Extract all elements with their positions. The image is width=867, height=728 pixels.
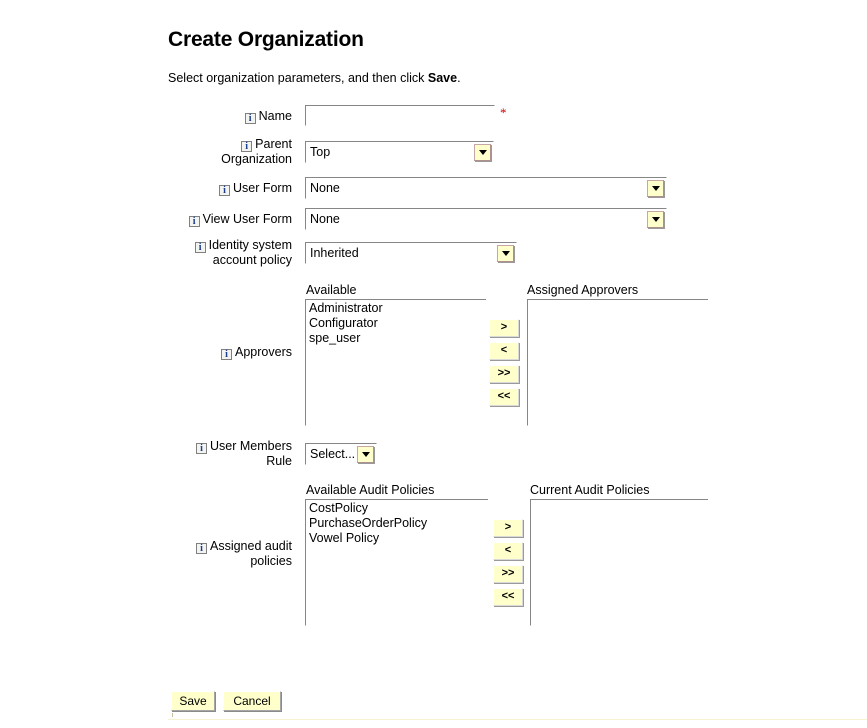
info-icon[interactable]: i	[244, 113, 256, 124]
chevron-down-icon[interactable]	[474, 143, 491, 161]
approvers-assigned-list[interactable]	[527, 300, 708, 426]
create-organization-page: Create Organization Select organization …	[0, 0, 867, 728]
info-icon[interactable]: i	[188, 216, 200, 227]
audit-assigned-header: Current Audit Policies	[530, 483, 650, 497]
page-subtitle-text-before: Select organization parameters, and then…	[168, 71, 428, 85]
view-user-form-label-text: View User Form	[202, 212, 292, 226]
parent-organization-label-line2: Organization	[221, 152, 292, 166]
view-user-form-select[interactable]: None	[305, 208, 667, 230]
user-members-rule-label-line2: Rule	[266, 454, 292, 468]
approvers-move-buttons: > < >> <<	[489, 319, 519, 411]
approvers-label-text: Approvers	[235, 345, 292, 359]
audit-available-list[interactable]: CostPolicy PurchaseOrderPolicy Vowel Polic…	[305, 500, 488, 626]
audit-move-button[interactable]: <<	[493, 588, 523, 606]
chevron-down-icon[interactable]	[647, 210, 664, 228]
user-members-rule-value: Select...	[310, 447, 356, 461]
user-members-rule-select[interactable]: Select...	[305, 443, 377, 465]
user-form-value: None	[310, 181, 340, 195]
name-label: i Name	[92, 109, 292, 124]
page-subtitle-save-emphasis: Save	[427, 71, 458, 85]
info-icon[interactable]: i	[194, 242, 206, 253]
approvers-available-list[interactable]: Administrator Configurator spe_user	[305, 300, 486, 426]
chevron-down-icon[interactable]	[497, 244, 514, 262]
available-approver-option[interactable]: spe_user	[308, 331, 485, 346]
approvers-available-header: Available	[306, 283, 357, 297]
approvers-move-button[interactable]: >>	[489, 365, 519, 383]
user-members-rule-label-line1: User Members	[210, 439, 292, 453]
user-form-select[interactable]: None	[305, 177, 667, 199]
available-approver-option[interactable]: Administrator	[308, 301, 485, 316]
audit-assigned-list[interactable]	[530, 500, 708, 626]
assigned-audit-policies-label: i Assigned audit policies	[92, 539, 292, 569]
available-audit-policy-option[interactable]: Vowel Policy	[308, 531, 487, 546]
identity-system-account-policy-label-line2: account policy	[212, 253, 292, 267]
page-subtitle: Select organization parameters, and then…	[168, 71, 461, 85]
footer-divider	[168, 719, 867, 720]
info-icon[interactable]: i	[218, 185, 230, 196]
view-user-form-value: None	[310, 212, 340, 226]
info-icon[interactable]: i	[196, 443, 208, 454]
approvers-move-button[interactable]: >	[489, 319, 519, 337]
approvers-label: i Approvers	[92, 345, 292, 360]
audit-move-button[interactable]: <	[493, 542, 523, 560]
parent-organization-select[interactable]: Top	[305, 141, 494, 163]
audit-available-header: Available Audit Policies	[306, 483, 435, 497]
save-button[interactable]: Save	[171, 691, 215, 711]
approvers-move-button[interactable]: <	[489, 342, 519, 360]
chevron-down-icon[interactable]	[647, 179, 664, 197]
user-members-rule-label: i User Members Rule	[92, 439, 292, 469]
parent-organization-label: i Parent Organization	[92, 137, 292, 167]
view-user-form-label: i View User Form	[92, 212, 292, 227]
page-title: Create Organization	[168, 28, 364, 51]
chevron-down-icon[interactable]	[357, 445, 374, 463]
identity-system-account-policy-select[interactable]: Inherited	[305, 242, 517, 264]
available-audit-policy-option[interactable]: CostPolicy	[308, 501, 487, 516]
assigned-audit-policies-label-line1: Assigned audit	[209, 539, 292, 553]
info-icon[interactable]: i	[221, 349, 233, 360]
page-subtitle-text-after: .	[457, 71, 461, 85]
footer-tick-mark	[172, 713, 173, 717]
name-required-marker: *	[500, 105, 507, 120]
audit-move-buttons: > < >> <<	[493, 519, 523, 611]
user-form-label: i User Form	[92, 181, 292, 196]
available-audit-policy-option[interactable]: PurchaseOrderPolicy	[308, 516, 487, 531]
parent-organization-label-line1: Parent	[255, 137, 292, 151]
identity-system-account-policy-value: Inherited	[310, 246, 359, 260]
approvers-assigned-header: Assigned Approvers	[527, 283, 639, 297]
parent-organization-value: Top	[310, 145, 331, 159]
info-icon[interactable]: i	[195, 543, 207, 554]
name-input[interactable]	[305, 105, 495, 126]
audit-move-button[interactable]: >>	[493, 565, 523, 583]
name-label-text: Name	[258, 109, 292, 123]
identity-system-account-policy-label: i Identity system account policy	[92, 238, 292, 268]
audit-move-button[interactable]: >	[493, 519, 523, 537]
available-approver-option[interactable]: Configurator	[308, 316, 485, 331]
user-form-label-text: User Form	[232, 181, 292, 195]
cancel-button[interactable]: Cancel	[223, 691, 281, 711]
info-icon[interactable]: i	[241, 141, 253, 152]
identity-system-account-policy-label-line1: Identity system	[208, 238, 292, 252]
approvers-move-button[interactable]: <<	[489, 388, 519, 406]
assigned-audit-policies-label-line2: policies	[250, 554, 292, 568]
